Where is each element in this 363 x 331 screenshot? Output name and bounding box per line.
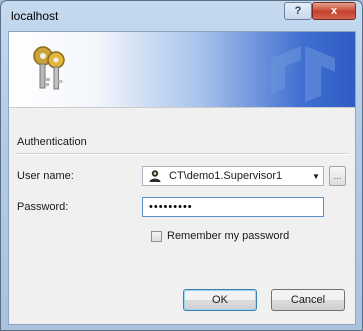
- password-field[interactable]: [142, 197, 324, 217]
- dialog-body: Authentication User name: CT\demo1.Super…: [8, 31, 356, 325]
- help-icon: ?: [294, 5, 302, 17]
- remember-password-checkbox[interactable]: [151, 230, 162, 242]
- cancel-button[interactable]: Cancel: [271, 289, 345, 311]
- banner: [9, 32, 355, 108]
- keys-icon: [33, 46, 65, 90]
- password-label: Password:: [17, 201, 69, 213]
- close-button[interactable]: x: [312, 2, 356, 20]
- authentication-heading: Authentication: [17, 136, 87, 148]
- title-bar[interactable]: localhost ? x: [1, 1, 362, 31]
- remember-password-option[interactable]: Remember my password: [151, 230, 289, 242]
- username-value: CT\demo1.Supervisor1: [169, 170, 283, 182]
- remember-password-label: Remember my password: [167, 230, 290, 242]
- help-button[interactable]: ?: [284, 2, 312, 20]
- username-label: User name:: [17, 170, 74, 182]
- browse-users-button[interactable]: ...: [329, 166, 346, 186]
- section-divider: [15, 153, 349, 155]
- login-dialog: localhost ? x Authentication User name: …: [0, 0, 363, 331]
- close-icon: x: [330, 5, 338, 17]
- username-combobox[interactable]: CT\demo1.Supervisor1 ▼: [142, 166, 324, 186]
- cc-logo-icon: [271, 46, 335, 102]
- chevron-down-icon[interactable]: ▼: [309, 172, 323, 181]
- ok-button[interactable]: OK: [183, 289, 257, 311]
- user-icon: [149, 170, 161, 182]
- window-title: localhost: [11, 9, 59, 23]
